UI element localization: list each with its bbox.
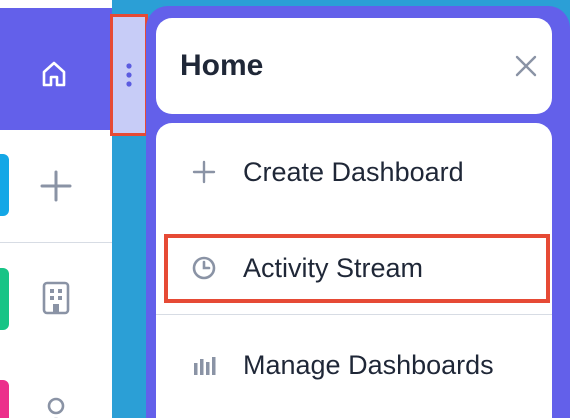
home-dropdown-panel: Home Create Dashboard Activity Stream Ma… [146,6,570,418]
menu-divider [156,314,552,315]
menu-item-label: Create Dashboard [243,156,464,187]
plus-icon [184,160,224,184]
person-icon [47,397,65,418]
accounts-nav-button[interactable] [32,274,80,322]
panel-title: Home [180,49,264,82]
nav-divider [0,242,112,243]
module-tab-indicator [0,154,9,216]
building-icon [42,281,70,315]
module-tab-indicator [0,268,9,330]
close-button[interactable] [510,50,542,82]
kebab-vertical-icon [126,63,132,87]
clock-icon [184,256,224,280]
contacts-nav-button[interactable] [32,388,80,418]
panel-header: Home [156,18,552,114]
close-icon [515,55,537,77]
kebab-menu-button[interactable] [110,14,148,136]
home-nav-button[interactable] [26,46,82,102]
plus-icon [40,170,72,202]
quick-create-button[interactable] [32,162,80,210]
menu-item-manage-dashboards[interactable]: Manage Dashboards [156,336,552,394]
menu-item-create-dashboard[interactable]: Create Dashboard [156,143,552,201]
panel-menu: Create Dashboard Activity Stream Manage … [156,123,552,418]
bar-chart-icon [184,353,224,377]
menu-item-activity-stream[interactable]: Activity Stream [156,239,552,297]
menu-item-label: Activity Stream [243,252,424,283]
nav-sidebar [0,0,112,418]
menu-item-label: Manage Dashboards [243,349,494,380]
home-icon [42,61,66,87]
module-tab-indicator [0,380,9,418]
